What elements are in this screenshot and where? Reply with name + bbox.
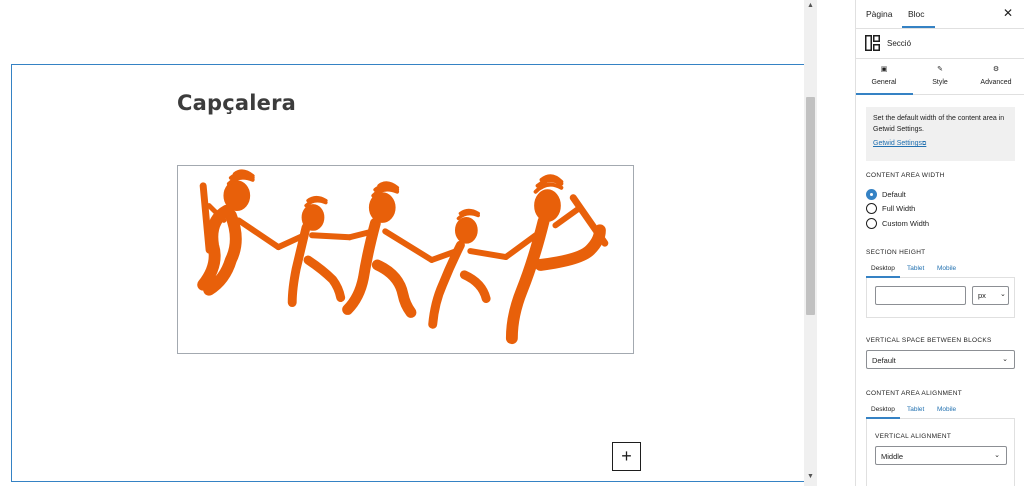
figure-3 [342, 181, 435, 318]
scroll-down-icon[interactable]: ▼ [807, 473, 814, 480]
active-tab-indicator [902, 26, 935, 28]
scroll-thumb[interactable] [806, 97, 815, 315]
section-block[interactable]: Capçalera + [11, 64, 805, 482]
notice-text: Set the default width of the content are… [873, 115, 1005, 133]
general-panel: Set the default width of the content are… [856, 97, 1024, 486]
section-height-input[interactable] [875, 286, 966, 305]
editor-app: Capçalera + ▲ ▼ Pàgina Bloc ✕ Secció ▣ G… [0, 0, 1024, 486]
editor-canvas[interactable]: Capçalera + ▲ ▼ [0, 0, 817, 486]
section-height-controls: px ⌄ [866, 278, 1015, 318]
vertical-space-title: VERTICAL SPACE BETWEEN BLOCKS [866, 337, 992, 344]
vertical-space-select[interactable]: Default ⌄ [866, 350, 1015, 369]
sidebar-tabs: Pàgina Bloc ✕ [856, 0, 1024, 29]
tab-desktop[interactable]: Desktop [871, 265, 895, 272]
radio-default[interactable]: Default [866, 188, 906, 200]
vertical-alignment-select[interactable]: Middle ⌄ [875, 446, 1007, 465]
figure-4 [428, 208, 509, 329]
radio-custom-width-circle[interactable] [866, 217, 877, 229]
scroll-up-icon[interactable]: ▲ [807, 2, 814, 9]
gear-icon: ⚙ [992, 66, 1000, 73]
chevron-down-icon: ⌄ [1002, 356, 1008, 363]
content-area-width-title: CONTENT AREA WIDTH [866, 172, 945, 179]
vertical-space-value: Default [872, 356, 896, 365]
section-height-title: SECTION HEIGHT [866, 249, 926, 256]
image-block[interactable] [177, 165, 634, 354]
active-panel-tab-indicator [856, 93, 913, 95]
tab-style[interactable]: ✎ Style [912, 59, 968, 95]
external-link-icon: ⧉ [922, 141, 927, 147]
section-height-device-tabs: Desktop Tablet Mobile [866, 263, 1015, 278]
vertical-alignment-title: VERTICAL ALIGNMENT [875, 433, 952, 440]
chevron-down-icon: ⌄ [1000, 291, 1006, 298]
tab-page[interactable]: Pàgina [866, 9, 892, 19]
tab-advanced-label: Advanced [980, 79, 1012, 86]
section-block-icon [865, 35, 880, 51]
radio-full-width-label: Full Width [882, 203, 916, 213]
alignment-controls: VERTICAL ALIGNMENT Middle ⌄ [866, 419, 1015, 486]
block-name: Secció [887, 39, 912, 48]
figure-2 [275, 195, 353, 307]
unit-select[interactable]: px ⌄ [972, 286, 1009, 305]
tab-tablet[interactable]: Tablet [907, 406, 924, 413]
tab-style-label: Style [932, 79, 948, 86]
radio-full-width-circle[interactable] [866, 202, 877, 214]
block-card: Secció [856, 29, 1024, 59]
radio-custom-width[interactable]: Custom Width [866, 217, 929, 229]
notice-link-label: Getwid Settings [873, 140, 923, 147]
tab-general[interactable]: ▣ General [856, 59, 912, 95]
vertical-alignment-value: Middle [881, 452, 904, 461]
tab-mobile[interactable]: Mobile [937, 265, 956, 272]
chevron-down-icon: ⌄ [994, 452, 1000, 459]
close-icon[interactable]: ✕ [1003, 6, 1013, 20]
add-block-button[interactable]: + [612, 442, 641, 471]
content-area-alignment-title: CONTENT AREA ALIGNMENT [866, 390, 963, 397]
radio-default-circle[interactable] [866, 188, 877, 200]
panel-tabs: ▣ General ✎ Style ⚙ Advanced [856, 59, 1024, 95]
dancing-figures-image [197, 169, 609, 345]
tab-desktop[interactable]: Desktop [871, 406, 895, 413]
tab-block[interactable]: Bloc [908, 9, 925, 19]
general-icon: ▣ [880, 66, 888, 73]
page-heading[interactable]: Capçalera [177, 91, 296, 115]
brush-icon: ✎ [937, 66, 943, 73]
radio-default-label: Default [882, 189, 906, 199]
figure-1 [197, 169, 282, 296]
alignment-device-tabs: Desktop Tablet Mobile [866, 404, 1015, 419]
figure-5 [502, 174, 609, 345]
settings-sidebar: Pàgina Bloc ✕ Secció ▣ General ✎ Style ⚙… [855, 0, 1024, 486]
tab-mobile[interactable]: Mobile [937, 406, 956, 413]
canvas-scrollbar[interactable]: ▲ ▼ [804, 0, 817, 486]
tab-tablet[interactable]: Tablet [907, 265, 924, 272]
tab-general-label: General [871, 79, 897, 86]
unit-value: px [978, 291, 986, 300]
radio-full-width[interactable]: Full Width [866, 202, 915, 214]
radio-custom-width-label: Custom Width [882, 218, 930, 228]
getwid-settings-link[interactable]: Getwid Settings⧉ [873, 138, 926, 150]
tab-advanced[interactable]: ⚙ Advanced [968, 59, 1024, 95]
width-notice: Set the default width of the content are… [866, 107, 1015, 161]
